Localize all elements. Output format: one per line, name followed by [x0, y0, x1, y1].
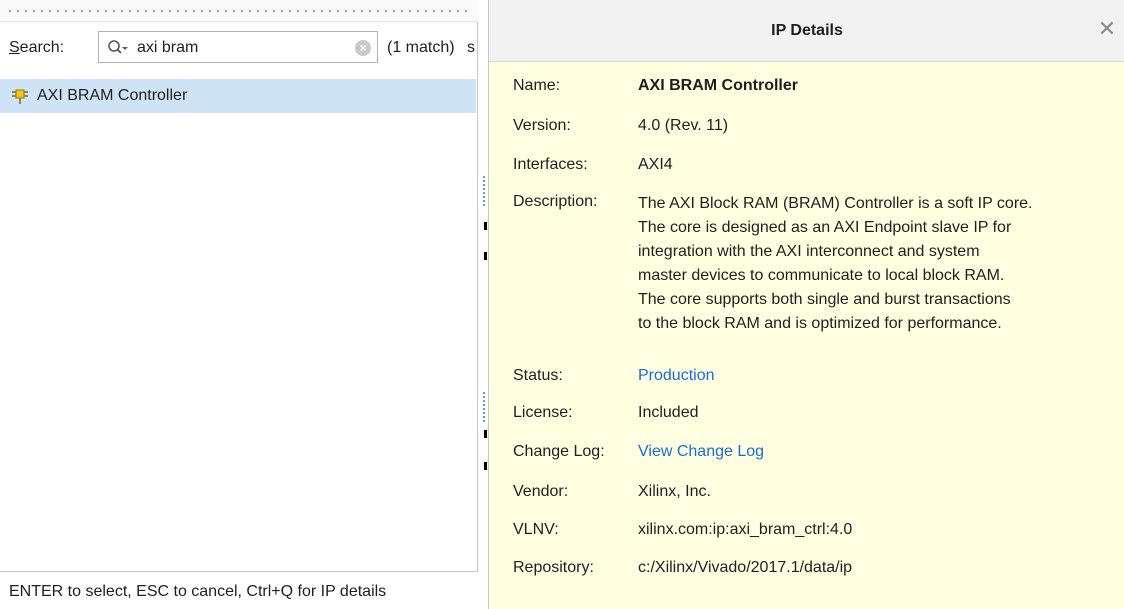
- diagram-pin-mark: [484, 462, 487, 470]
- search-icon[interactable]: [107, 39, 129, 57]
- value-version: 4.0 (Rev. 11): [638, 117, 729, 134]
- panel-grip[interactable]: [0, 0, 478, 22]
- description-line: The AXI Block RAM (BRAM) Controller is a…: [638, 195, 1033, 212]
- label-version: Version:: [513, 117, 571, 134]
- description-line: to the block RAM and is optimized for pe…: [638, 315, 1002, 332]
- status-link[interactable]: Production: [638, 367, 715, 385]
- match-count-suffix: s: [467, 39, 475, 56]
- label-repository: Repository:: [513, 559, 594, 576]
- view-change-log-link[interactable]: View Change Log: [638, 443, 764, 461]
- ip-search-panel: Search: × (1 match) s AXI BRAM Controlle…: [0, 0, 478, 609]
- label-vlnv: VLNV:: [513, 521, 559, 538]
- label-description: Description:: [513, 193, 598, 210]
- diagram-pin-mark: [484, 430, 487, 438]
- ip-details-title: IP Details: [771, 22, 843, 39]
- search-label: Search:: [9, 39, 65, 56]
- ip-core-icon: [12, 89, 28, 104]
- search-row: Search: × (1 match) s: [0, 26, 478, 70]
- result-item-label: AXI BRAM Controller: [37, 87, 188, 104]
- diagram-pin-mark: [484, 252, 487, 260]
- value-name: AXI BRAM Controller: [638, 77, 798, 94]
- diagram-net-line: [483, 392, 485, 422]
- description-line: master devices to communicate to local b…: [638, 267, 1005, 284]
- search-input[interactable]: [137, 37, 337, 59]
- help-text: ENTER to select, ESC to cancel, Ctrl+Q f…: [9, 583, 387, 600]
- value-description: The AXI Block RAM (BRAM) Controller is a…: [638, 192, 1110, 336]
- label-name: Name:: [513, 77, 561, 94]
- label-status: Status:: [513, 367, 563, 384]
- ip-details-panel: IP Details ✕ Name: AXI BRAM Controller V…: [488, 0, 1124, 609]
- value-repository: c:/Xilinx/Vivado/2017.1/data/ip: [638, 559, 853, 576]
- value-license: Included: [638, 404, 699, 421]
- description-line: integration with the AXI interconnect an…: [638, 243, 980, 260]
- label-change-log: Change Log:: [513, 443, 605, 460]
- clear-search-icon[interactable]: ×: [355, 40, 371, 56]
- description-line: The core is designed as an AXI Endpoint …: [638, 219, 1012, 236]
- diagram-pin-mark: [484, 222, 487, 230]
- value-vlnv: xilinx.com:ip:axi_bram_ctrl:4.0: [638, 521, 853, 538]
- value-interfaces: AXI4: [638, 156, 673, 173]
- description-line: The core supports both single and burst …: [638, 291, 1011, 308]
- grip-dots: [6, 9, 472, 13]
- label-license: License:: [513, 404, 573, 421]
- search-box[interactable]: ×: [98, 31, 378, 63]
- diagram-net-line: [483, 176, 485, 206]
- match-count: (1 match): [387, 39, 455, 56]
- close-icon[interactable]: ✕: [1097, 18, 1117, 40]
- background-strip: [479, 0, 488, 609]
- help-footer: ENTER to select, ESC to cancel, Ctrl+Q f…: [0, 571, 478, 609]
- result-item-axi-bram-controller[interactable]: AXI BRAM Controller: [0, 79, 476, 113]
- label-vendor: Vendor:: [513, 483, 569, 500]
- ip-details-header: IP Details ✕: [489, 0, 1124, 62]
- value-vendor: Xilinx, Inc.: [638, 483, 711, 500]
- label-interfaces: Interfaces:: [513, 156, 588, 173]
